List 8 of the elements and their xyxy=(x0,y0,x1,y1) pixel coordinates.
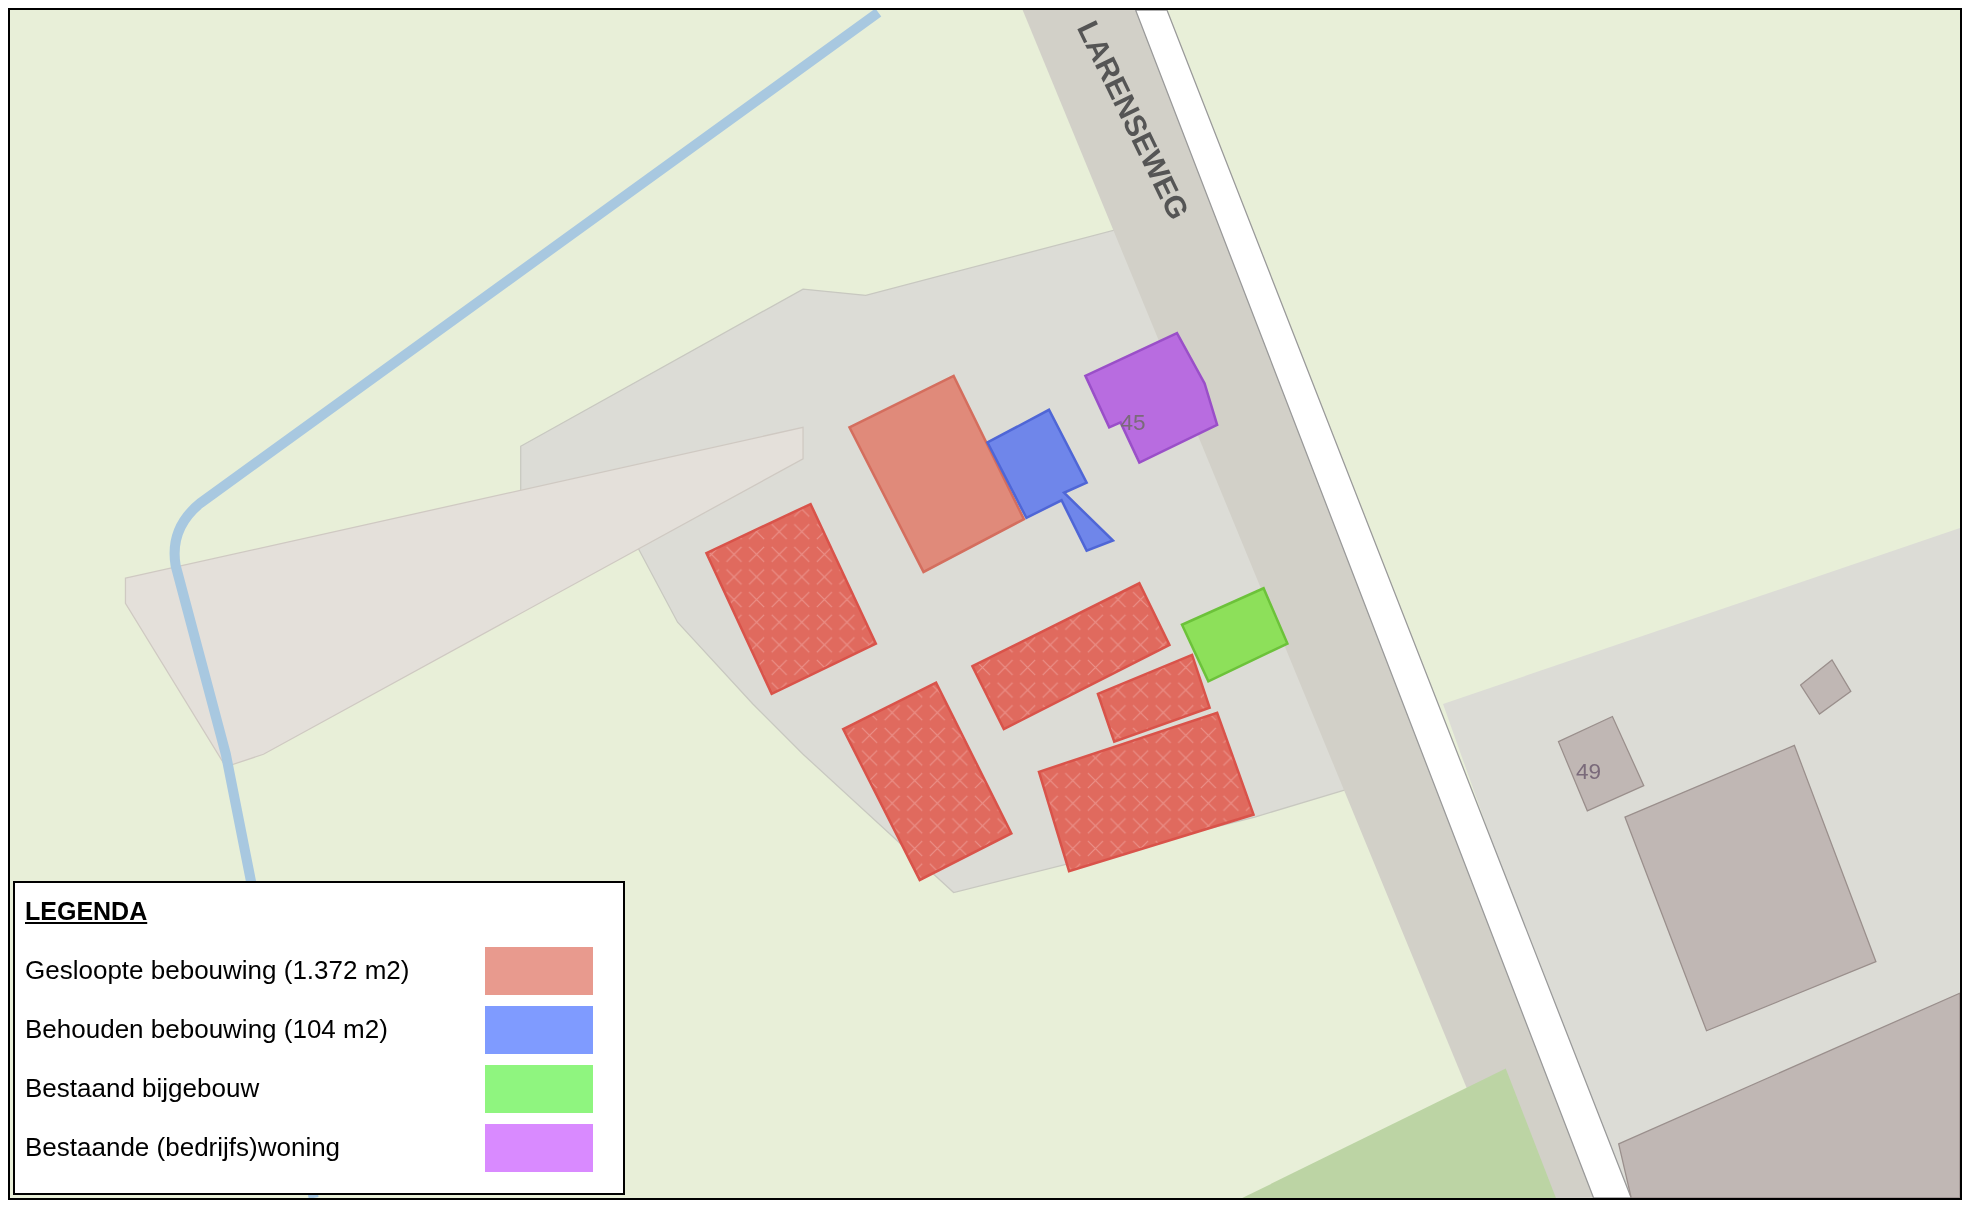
building xyxy=(1799,659,1852,715)
legend-label: Behouden bebouwing (104 m2) xyxy=(25,1013,389,1046)
house-number: 45 xyxy=(1120,409,1146,435)
house-number: 49 xyxy=(1576,759,1602,785)
legend-label: Bestaande (bedrijfs)woning xyxy=(25,1131,342,1164)
legend-title: LEGENDA xyxy=(25,896,149,927)
legend-label: Bestaand bijgebouw xyxy=(25,1072,261,1105)
legend-label: Gesloopte bebouwing (1.372 m2) xyxy=(25,954,411,987)
